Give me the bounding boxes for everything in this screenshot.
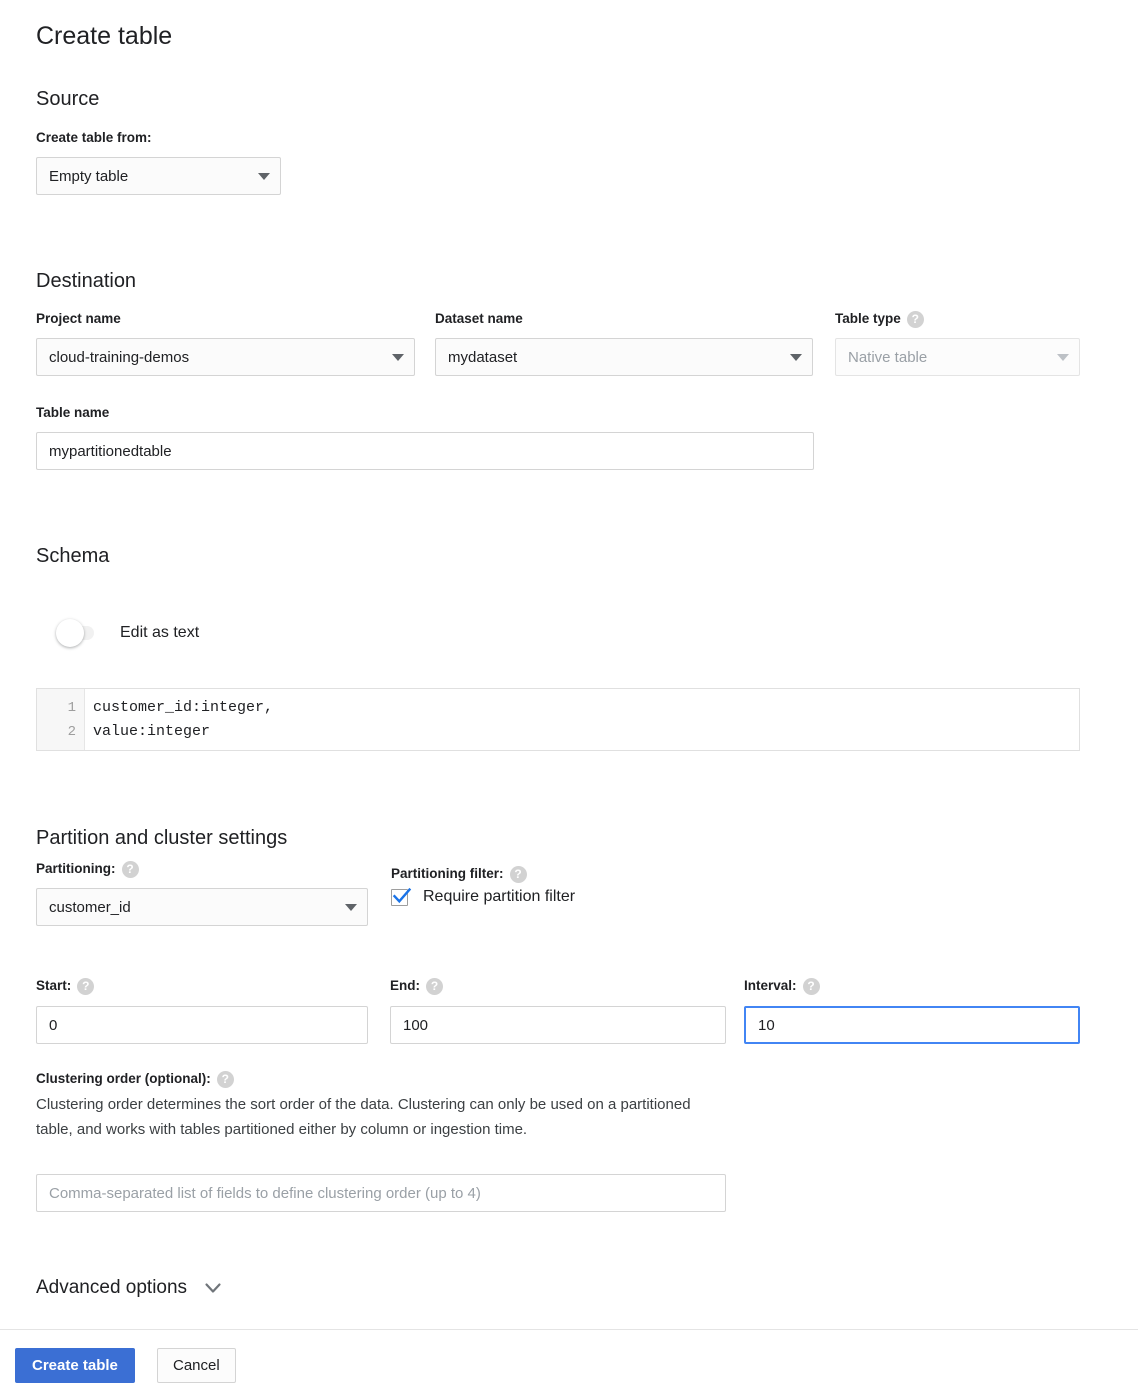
end-input[interactable]: 100 [390,1006,726,1044]
partitioning-filter-label: Partitioning filter: [391,866,527,883]
section-heading-source: Source [36,88,100,110]
clustering-order-placeholder: Comma-separated list of fields to define… [49,1184,481,1202]
clustering-order-label-text: Clustering order (optional): [36,1071,211,1087]
project-name-value: cloud-training-demos [49,348,190,366]
table-name-input[interactable]: mypartitionedtable [36,432,814,470]
code-line: value:integer [93,723,211,740]
help-icon[interactable] [426,978,443,995]
start-value: 0 [49,1016,58,1034]
dataset-name-label: Dataset name [435,311,523,326]
checkbox-box [391,887,412,906]
create-table-button[interactable]: Create table [15,1348,135,1383]
interval-label: Interval: [744,978,820,995]
line-number: 2 [67,724,76,740]
partitioning-label-text: Partitioning: [36,861,116,877]
chevron-down-icon [345,903,357,911]
help-icon[interactable] [121,861,139,878]
page-title: Create table [36,22,173,50]
section-heading-destination: Destination [36,270,137,292]
section-heading-partition: Partition and cluster settings [36,827,288,849]
end-label: End: [390,978,443,995]
help-icon[interactable] [77,978,95,995]
start-input[interactable]: 0 [36,1006,368,1044]
edit-as-text-label: Edit as text [120,624,200,641]
project-name-label: Project name [36,311,121,326]
partitioning-select[interactable]: customer_id [36,888,368,926]
partitioning-filter-label-text: Partitioning filter: [391,866,504,882]
chevron-down-icon [258,172,270,180]
require-partition-filter-checkbox[interactable]: Require partition filter [391,887,576,906]
clustering-order-label: Clustering order (optional): [36,1071,234,1088]
clustering-order-input[interactable]: Comma-separated list of fields to define… [36,1174,726,1212]
footer-divider [0,1329,1138,1330]
end-value: 100 [403,1016,429,1034]
interval-input[interactable]: 10 [744,1006,1080,1044]
clustering-order-description: Clustering order determines the sort ord… [36,1096,691,1138]
start-label-text: Start: [36,978,72,994]
table-type-label-text: Table type [835,311,901,327]
line-number: 1 [67,700,76,716]
code-line: customer_id:integer, [93,699,274,716]
create-table-from-value: Empty table [49,167,129,185]
require-partition-filter-label: Require partition filter [423,888,576,905]
create-table-dialog: Create table Source Create table from: E… [0,0,1138,1400]
help-icon[interactable] [906,311,924,328]
schema-text-editor[interactable]: 1 2 customer_id:integer, value:integer [36,688,1080,751]
toggle-knob [56,619,84,647]
table-name-label: Table name [36,405,110,420]
advanced-options-toggle[interactable]: Advanced options [36,1276,225,1300]
table-type-select: Native table [835,338,1080,376]
edit-as-text-toggle[interactable]: Edit as text [56,619,200,647]
start-label: Start: [36,978,95,995]
create-table-from-label: Create table from: [36,130,152,145]
help-icon[interactable] [802,978,820,995]
end-label-text: End: [390,978,420,994]
chevron-down-icon [392,353,404,361]
advanced-options-label: Advanced options [36,1277,188,1298]
project-name-select[interactable]: cloud-training-demos [36,338,415,376]
interval-value: 10 [758,1016,775,1034]
dataset-name-value: mydataset [448,348,518,366]
partitioning-value: customer_id [49,898,131,916]
cancel-button[interactable]: Cancel [157,1348,236,1383]
help-icon[interactable] [216,1071,234,1088]
table-type-label: Table type [835,311,924,328]
editor-code[interactable]: customer_id:integer, value:integer [85,689,1079,750]
help-icon[interactable] [509,866,527,883]
partitioning-label: Partitioning: [36,861,139,878]
table-name-value: mypartitionedtable [49,442,172,460]
chevron-down-icon [790,353,802,361]
checkmark-icon [392,887,412,903]
create-table-from-select[interactable]: Empty table [36,157,281,195]
section-heading-schema: Schema [36,545,110,567]
chevron-down-icon [1057,353,1069,361]
editor-gutter: 1 2 [37,689,85,750]
table-type-value: Native table [848,348,928,366]
dataset-name-select[interactable]: mydataset [435,338,813,376]
interval-label-text: Interval: [744,978,797,994]
chevron-down-icon [205,1283,221,1293]
toggle-track [56,619,94,647]
